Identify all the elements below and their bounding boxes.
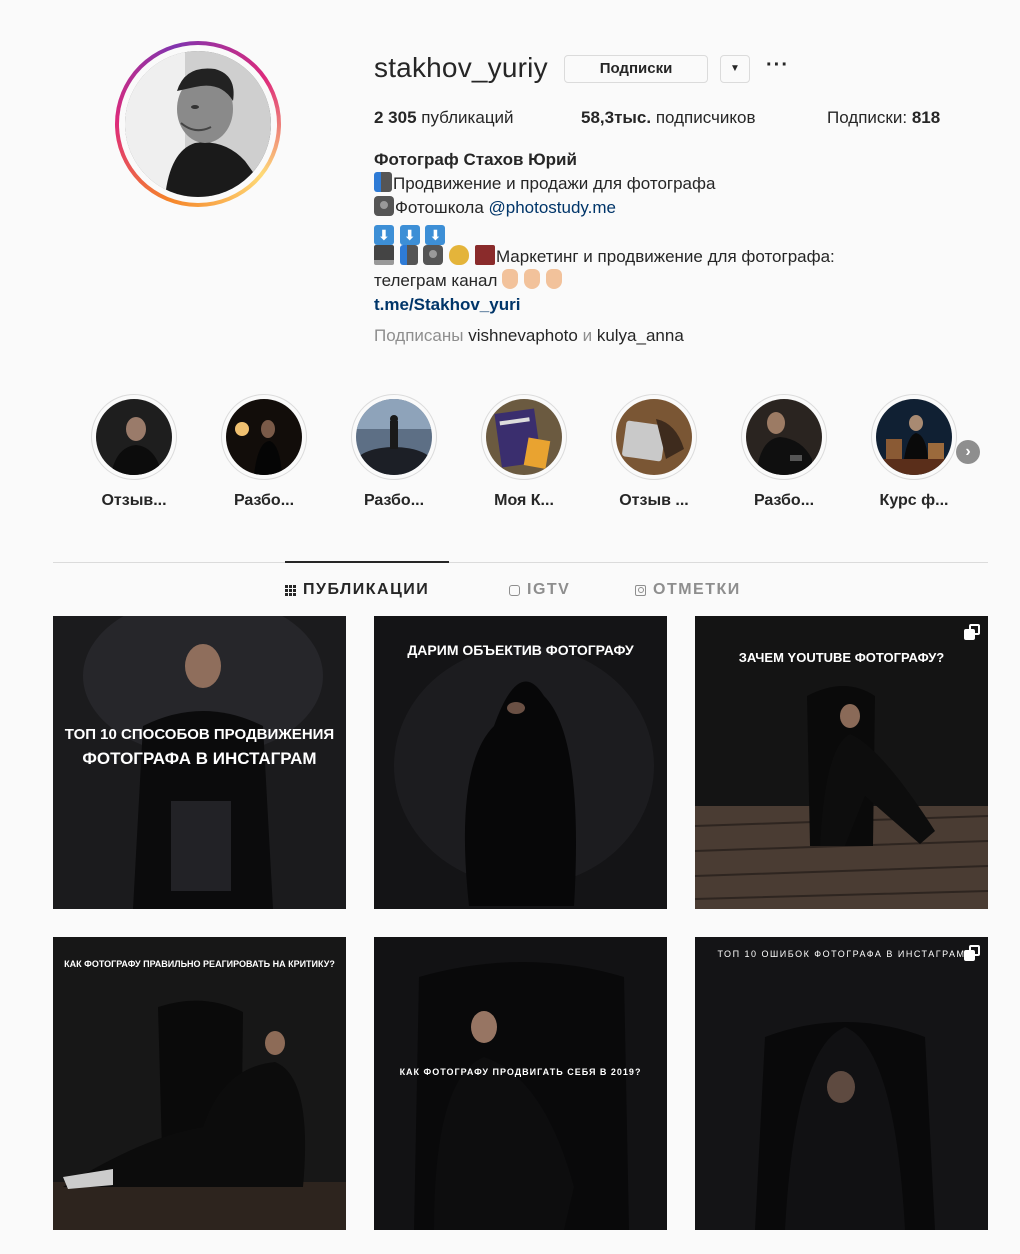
carousel-icon: [964, 945, 980, 961]
phone-arrow-emoji-icon: [399, 245, 418, 265]
following-count: 818: [911, 108, 941, 127]
suggestions-dropdown-button[interactable]: ▼: [720, 55, 750, 83]
bio-line: телеграм канал: [374, 269, 934, 293]
highlight-label: Отзыв...: [101, 492, 167, 509]
highlight-cover: [356, 399, 432, 475]
highlight-cover: [746, 399, 822, 475]
pointing-down-emoji-icon: [502, 269, 519, 289]
posts-label: публикаций: [416, 108, 514, 127]
post-caption: ДАРИМ ОБЪЕКТИВ ФОТОГРАФУ: [407, 642, 634, 658]
tabs-divider: [53, 562, 988, 563]
post-thumbnail[interactable]: КАК ФОТОГРАФУ ПРОДВИГАТЬ СЕБЯ В 2019?: [374, 937, 667, 1230]
down-arrow-emoji-icon: ⬇: [374, 225, 394, 245]
tab-tagged[interactable]: ОТМЕТКИ: [635, 581, 741, 599]
post-thumbnail[interactable]: ТОП 10 СПОСОБОВ ПРОДВИЖЕНИЯ ФОТОГРАФА В …: [53, 616, 346, 909]
profile-bio: Фотограф Стахов Юрий Продвижение и прода…: [374, 148, 934, 317]
followed-by-user-kulya-anna[interactable]: kulya_anna: [597, 326, 684, 345]
post-thumbnail[interactable]: КАК ФОТОГРАФУ ПРАВИЛЬНО РЕАГИРОВАТЬ НА К…: [53, 937, 346, 1230]
money-bag-emoji-icon: [449, 245, 470, 265]
tagged-icon: [635, 584, 646, 596]
story-highlight[interactable]: Отзыв...: [89, 394, 179, 510]
external-link[interactable]: t.me/Stakhov_yuri: [374, 295, 520, 314]
highlight-label: Отзыв ...: [619, 492, 689, 509]
story-highlight[interactable]: Разбо...: [219, 394, 309, 510]
laptop-emoji-icon: [374, 245, 394, 265]
film-emoji-icon: [474, 245, 495, 265]
bio-line: Продвижение и продажи для фотографа: [374, 172, 934, 196]
story-highlight[interactable]: Отзыв ...: [609, 394, 699, 510]
following-stat[interactable]: Подписки: 818: [827, 108, 940, 128]
highlight-label: Курс ф...: [879, 492, 949, 509]
post-caption: ЗАЧЕМ YOUTUBE ФОТОГРАФУ?: [738, 650, 945, 665]
camera-flash-emoji-icon: [423, 245, 444, 265]
bio-line: Фотошкола @photostudy.me: [374, 196, 934, 220]
post-caption: КАК ФОТОГРАФУ ПРОДВИГАТЬ СЕБЯ В 2019?: [399, 1067, 642, 1077]
story-highlight[interactable]: Курс ф...: [869, 394, 959, 510]
highlight-label: Разбо...: [233, 492, 295, 509]
post-caption: КАК ФОТОГРАФУ ПРАВИЛЬНО РЕАГИРОВАТЬ НА К…: [64, 959, 335, 969]
carousel-icon: [964, 624, 980, 640]
following-button[interactable]: Подписки: [564, 55, 708, 83]
pointing-down-emoji-icon: [524, 269, 541, 289]
bio-line: Маркетинг и продвижение для фотографа:: [374, 245, 934, 269]
post-thumbnail[interactable]: ЗАЧЕМ YOUTUBE ФОТОГРАФУ?: [695, 616, 988, 909]
active-tab-indicator: [285, 561, 449, 563]
tab-posts[interactable]: ПУБЛИКАЦИИ: [285, 581, 429, 599]
photostudy-mention-link[interactable]: @photostudy.me: [489, 198, 617, 217]
followers-count: 58,3тыс.: [581, 108, 652, 127]
followers-label: подписчиков: [651, 108, 756, 127]
followed-by-user-vishnevaphoto[interactable]: vishnevaphoto: [468, 326, 578, 345]
username: stakhov_yuriy: [374, 52, 548, 83]
post-caption: ФОТОГРАФА В ИНСТАГРАМ: [82, 749, 317, 768]
post-caption: ТОП 10 ОШИБОК ФОТОГРАФА В ИНСТАГРАМ: [717, 949, 966, 959]
phone-arrow-emoji-icon: [374, 172, 392, 192]
story-highlight[interactable]: Разбо...: [739, 394, 829, 510]
avatar-image: [125, 51, 271, 197]
chevron-right-icon[interactable]: ›: [956, 440, 980, 464]
bio-line: ⬇ ⬇ ⬇: [374, 220, 934, 245]
highlight-label: Разбо...: [363, 492, 425, 509]
camera-emoji-icon: [374, 196, 394, 216]
more-options-icon[interactable]: ···: [766, 54, 789, 76]
followed-by: Подписаны vishnevaphoto и kulya_anna: [374, 326, 684, 345]
post-thumbnail[interactable]: ТОП 10 ОШИБОК ФОТОГРАФА В ИНСТАГРАМ: [695, 937, 988, 1230]
posts-count-stat: 2 305 публикаций: [374, 108, 514, 128]
chevron-down-icon: ▼: [730, 63, 740, 74]
highlight-label: Разбо...: [753, 492, 815, 509]
highlight-cover: [876, 399, 952, 475]
story-highlight[interactable]: Разбо...: [349, 394, 439, 510]
following-label: Подписки:: [827, 108, 912, 127]
tab-igtv[interactable]: IGTV: [509, 581, 570, 599]
grid-icon: [285, 584, 296, 596]
followers-stat[interactable]: 58,3тыс. подписчиков: [581, 108, 756, 128]
pointing-down-emoji-icon: [546, 269, 563, 289]
highlight-label: Моя К...: [494, 492, 554, 509]
profile-avatar[interactable]: [115, 41, 281, 207]
story-highlight[interactable]: Моя К...: [479, 394, 569, 510]
post-thumbnail[interactable]: ДАРИМ ОБЪЕКТИВ ФОТОГРАФУ: [374, 616, 667, 909]
highlight-cover: [226, 399, 302, 475]
highlight-cover: [616, 399, 692, 475]
down-arrow-emoji-icon: ⬇: [425, 225, 446, 245]
post-caption: ТОП 10 СПОСОБОВ ПРОДВИЖЕНИЯ: [64, 726, 335, 743]
igtv-icon: [509, 584, 520, 596]
down-arrow-emoji-icon: ⬇: [399, 225, 420, 245]
full-name: Фотограф Стахов Юрий: [374, 150, 577, 169]
highlight-cover: [96, 399, 172, 475]
highlight-cover: [486, 399, 562, 475]
posts-count: 2 305: [374, 108, 417, 127]
